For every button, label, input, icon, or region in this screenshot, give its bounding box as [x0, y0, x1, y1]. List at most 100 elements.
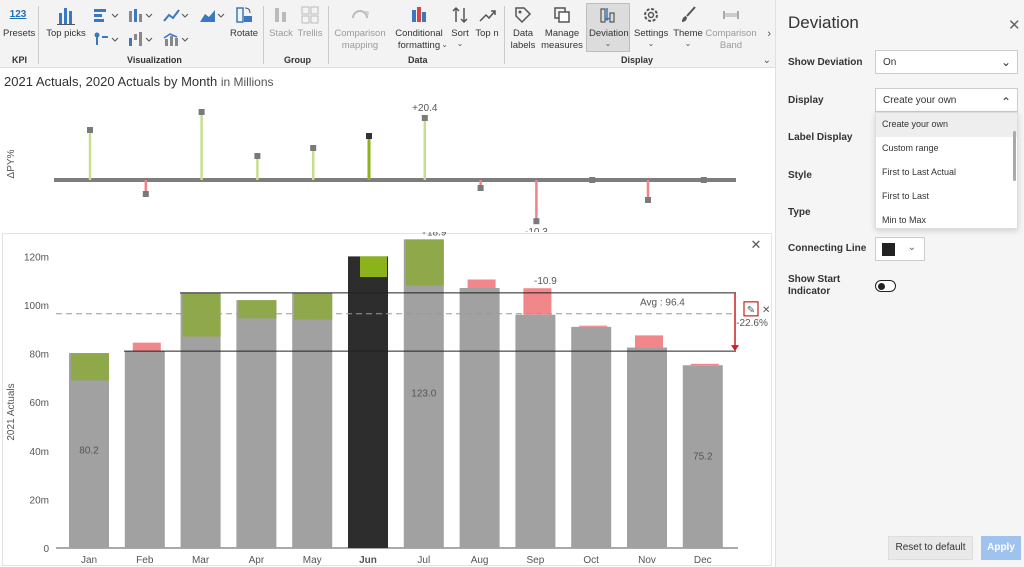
top-picks-button[interactable]: Top picks — [44, 4, 88, 40]
y-axis-label: ΔPY% — [6, 149, 17, 178]
y-tick-label: 60m — [30, 398, 49, 409]
top-n-label: Top n — [475, 28, 499, 39]
apply-button[interactable]: Apply — [981, 536, 1021, 560]
show-deviation-select[interactable]: On ⌄ — [875, 50, 1018, 74]
group-label-visualization: Visualization — [127, 55, 182, 65]
x-tick-label-jul: Jul — [417, 555, 430, 566]
dropdown-option[interactable]: First to Last Actual — [876, 161, 1017, 185]
trellis-icon — [301, 6, 319, 24]
chevron-right-icon[interactable]: › — [767, 28, 771, 40]
increase-segment-apr — [238, 300, 277, 319]
x-tick-label-jun: Jun — [359, 555, 377, 566]
delta-marker-feb — [142, 191, 149, 197]
conditional-formatting-button[interactable]: Conditional formatting ⌄ — [390, 4, 448, 52]
deviation-icon — [600, 8, 615, 23]
top-label-sep: -10.9 — [534, 276, 557, 287]
close-icon[interactable]: ✕ — [1008, 16, 1021, 34]
conditional-formatting-icon — [412, 7, 426, 22]
comparison-band-button[interactable]: Comparison Band — [704, 4, 758, 52]
x-tick-label-mar: Mar — [192, 555, 210, 566]
chart-title: 2021 Actuals, 2020 Actuals by Month in M… — [4, 74, 274, 89]
stack-button[interactable]: Stack — [268, 4, 294, 40]
theme-button[interactable]: Theme ⌄ — [672, 4, 704, 48]
dropdown-option[interactable]: Create your own — [876, 113, 1017, 137]
y-tick-label: 20m — [30, 495, 49, 506]
group-separator — [504, 6, 505, 64]
group-label-data: Data — [408, 55, 428, 65]
comparison-mapping-icon — [352, 10, 369, 19]
show-start-indicator-toggle[interactable] — [875, 280, 896, 292]
x-tick-label-sep: Sep — [527, 555, 545, 566]
manage-measures-label: Manage measures — [541, 28, 583, 51]
app-window: 123 Presets Top picks Rotate Visualizati… — [0, 0, 1024, 567]
comparison-band-icon — [723, 11, 739, 19]
deviation-label: Deviation — [589, 28, 629, 39]
decrease-segment-nov — [635, 335, 663, 348]
chevron-down-icon: ⌄ — [441, 40, 448, 49]
settings-button[interactable]: Settings ⌄ — [634, 4, 668, 48]
dropdown-option[interactable]: Custom range — [876, 137, 1017, 161]
rotate-button[interactable]: Rotate — [229, 4, 259, 40]
sort-button[interactable]: Sort ⌄ — [449, 4, 471, 48]
combo-chart-icon[interactable] — [162, 30, 190, 48]
area-chart-icon[interactable] — [198, 6, 226, 24]
delta-marker-aug — [477, 185, 484, 191]
pencil-icon: ✎ — [747, 305, 755, 316]
scatter-chart-icon[interactable] — [92, 30, 120, 48]
increase-segment-jul — [405, 239, 444, 286]
chart-title-unit: in Millions — [220, 75, 274, 89]
chevron-down-icon: ⌄ — [1000, 55, 1011, 69]
x-tick-label-may: May — [303, 555, 322, 566]
group-separator — [38, 6, 39, 64]
trellis-button[interactable]: Trellis — [296, 4, 324, 40]
bar-horizontal-icon[interactable] — [92, 6, 120, 24]
delta-marker-nov — [645, 197, 651, 203]
chevron-down-icon[interactable]: ⌄ — [763, 55, 771, 66]
color-swatch — [882, 243, 895, 256]
chevron-down-icon: ⌄ — [604, 39, 612, 48]
dropdown-option[interactable]: Min to Max — [876, 209, 1017, 233]
x-tick-label-nov: Nov — [638, 555, 656, 566]
decrease-segment-feb — [132, 342, 161, 352]
dropdown-option[interactable]: First to Last — [876, 185, 1017, 209]
column-chart-icon[interactable] — [126, 6, 154, 24]
x-tick-label-aug: Aug — [471, 555, 489, 566]
data-labels-label: Data labels — [510, 28, 536, 51]
close-icon[interactable]: ✕ — [747, 237, 765, 253]
deviation-label: -22.6% — [736, 318, 768, 329]
bar-apr — [236, 300, 277, 548]
data-labels-button[interactable]: Data labels — [508, 4, 538, 52]
toolbar-ribbon: 123 Presets Top picks Rotate Visualizati… — [0, 0, 775, 68]
stack-label: Stack — [269, 28, 293, 39]
increase-segment-jun — [360, 256, 387, 278]
deviation-button[interactable]: Deviation ⌄ — [586, 3, 630, 52]
delta-marker-mar — [198, 109, 205, 115]
comparison-band-label: Comparison Band — [705, 28, 757, 51]
bar-value-label-dec: 75.2 — [693, 452, 713, 463]
reset-to-default-button[interactable]: Reset to default — [888, 536, 973, 560]
label-display-label: Label Display — [788, 132, 853, 143]
group-label-kpi: KPI — [12, 55, 28, 65]
chevron-down-icon: ⌄ — [647, 39, 655, 48]
display-dropdown-menu: Create your own Custom range First to La… — [875, 112, 1018, 229]
waterfall-chart-icon[interactable] — [126, 30, 154, 48]
top-n-button[interactable]: Top n — [474, 4, 500, 40]
decrease-segment-oct — [579, 325, 608, 327]
line-chart-icon[interactable] — [162, 6, 190, 24]
display-label: Display — [788, 95, 824, 106]
actuals-chart: 2021 Actuals 0 20m 40m 60m 80m 100m 120m Jan 80.2… — [6, 232, 770, 566]
bar-jun — [348, 256, 388, 548]
comparison-mapping-button[interactable]: Comparison mapping — [332, 4, 388, 52]
presets-button[interactable]: 123 Presets — [3, 4, 35, 40]
dropdown-scrollbar[interactable] — [1013, 131, 1016, 181]
decrease-segment-sep — [523, 288, 552, 315]
connecting-line-color-picker[interactable]: ⌄ — [875, 237, 925, 261]
manage-measures-button[interactable]: Manage measures — [540, 4, 584, 52]
display-select[interactable]: Create your own ⌃ — [875, 88, 1018, 112]
group-separator — [263, 6, 264, 64]
show-deviation-value: On — [883, 57, 897, 68]
deviation-panel: Deviation ✕ Show Deviation On ⌄ Display … — [775, 0, 1024, 567]
increase-segment-jan — [71, 353, 109, 381]
bar-may — [292, 292, 333, 548]
y-tick-label: 100m — [24, 301, 49, 312]
